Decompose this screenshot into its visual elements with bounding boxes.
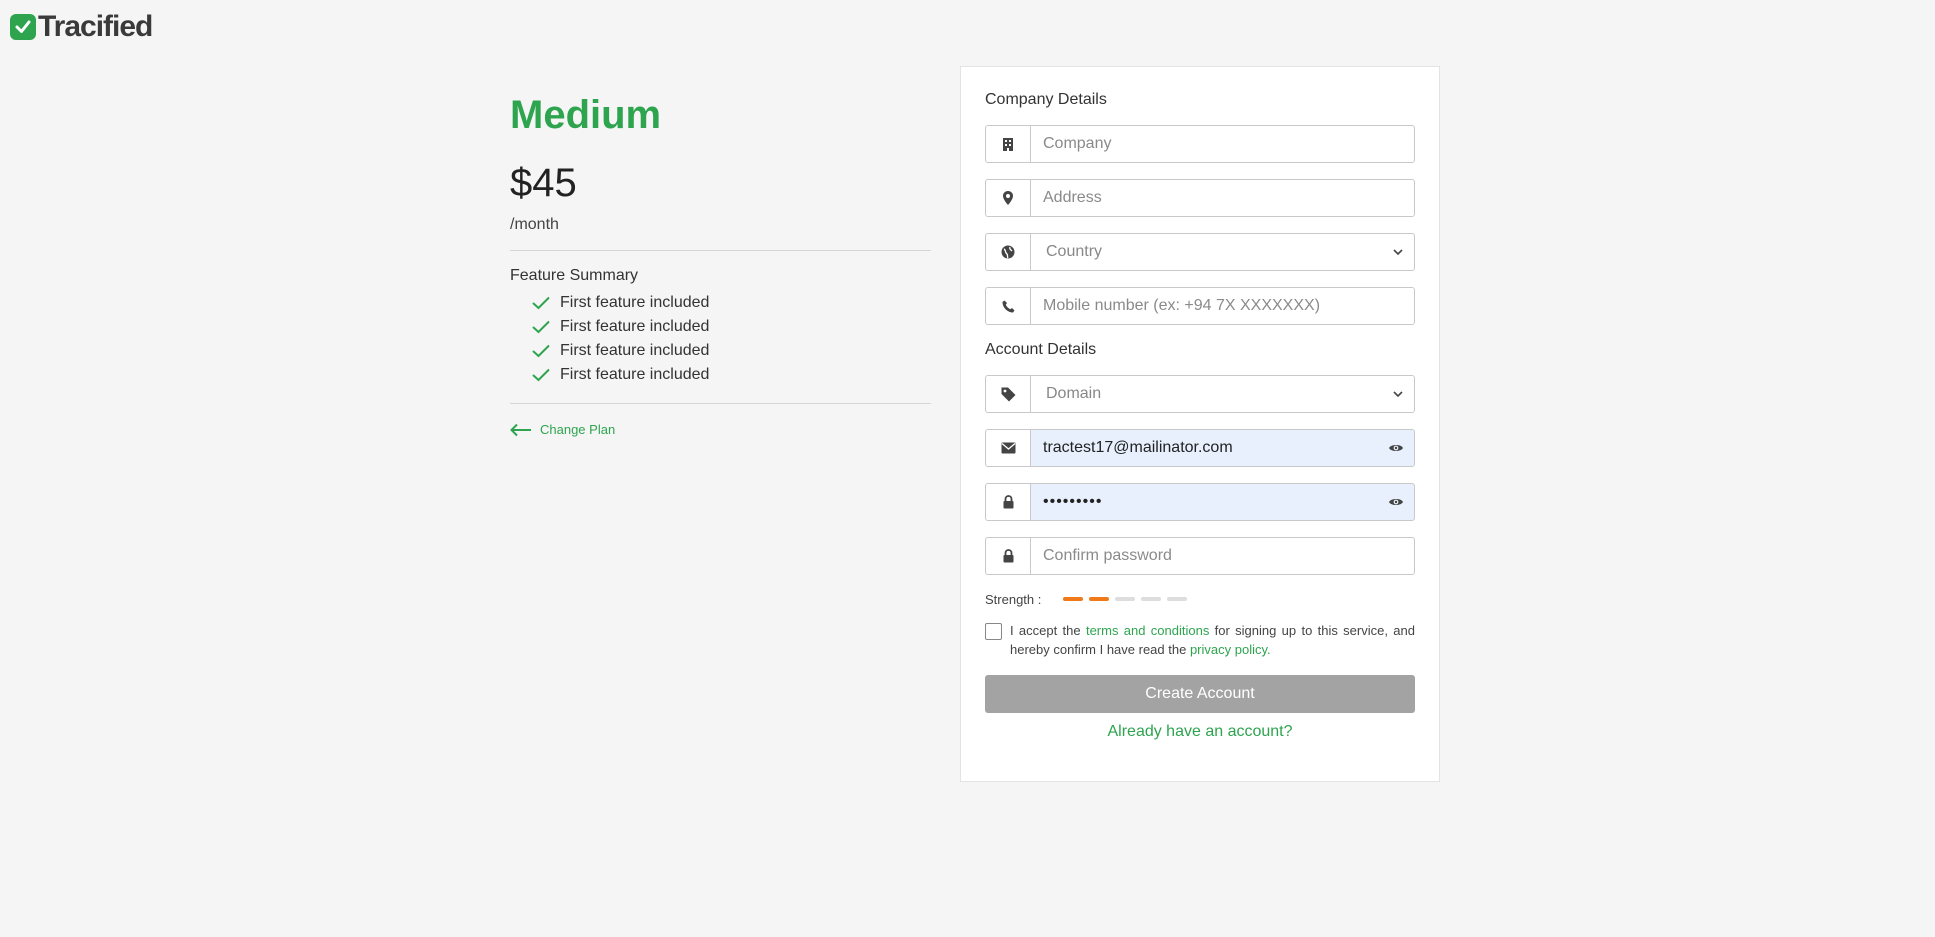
check-logo-icon: [10, 14, 36, 40]
divider: [510, 250, 931, 251]
feature-list: First feature included First feature inc…: [510, 291, 931, 387]
company-input-wrap: [1030, 125, 1415, 163]
lock-icon: [985, 537, 1030, 575]
eye-icon[interactable]: [1388, 442, 1404, 454]
mobile-input[interactable]: [1043, 297, 1402, 315]
mobile-input-wrap: [1030, 287, 1415, 325]
strength-segment: [1141, 597, 1161, 601]
phone-icon: [985, 287, 1030, 325]
domain-select-value: Domain: [1046, 385, 1102, 402]
chevron-down-icon: [1393, 249, 1403, 256]
plan-price: $45: [510, 161, 577, 205]
address-input[interactable]: [1043, 189, 1402, 207]
strength-segment: [1063, 597, 1083, 601]
company-field: [985, 125, 1415, 163]
map-pin-icon: [985, 179, 1030, 217]
chevron-down-icon: [1393, 391, 1403, 398]
strength-label: Strength :: [985, 591, 1042, 607]
feature-item: First feature included: [532, 363, 931, 387]
terms-checkbox[interactable]: [985, 623, 1002, 640]
check-icon: [532, 344, 550, 358]
signup-card: Company Details Country Acc: [960, 66, 1440, 782]
strength-segment: [1167, 597, 1187, 601]
privacy-link[interactable]: privacy policy.: [1190, 642, 1271, 657]
feature-label: First feature included: [560, 366, 710, 383]
feature-label: First feature included: [560, 342, 710, 359]
email-input-wrap: tractest17@mailinator.com: [1030, 429, 1415, 467]
email-field: tractest17@mailinator.com: [985, 429, 1415, 467]
password-field: •••••••••: [985, 483, 1415, 521]
terms-agreement: I accept the terms and conditions for si…: [985, 621, 1415, 659]
email-input[interactable]: tractest17@mailinator.com: [1043, 439, 1233, 457]
globe-icon: [985, 233, 1030, 271]
create-account-button[interactable]: Create Account: [985, 675, 1415, 713]
account-details-title: Account Details: [985, 341, 1097, 358]
envelope-icon: [985, 429, 1030, 467]
address-input-wrap: [1030, 179, 1415, 217]
change-plan-label: Change Plan: [540, 422, 616, 437]
address-field: [985, 179, 1415, 217]
feature-item: First feature included: [532, 291, 931, 315]
company-input[interactable]: [1043, 135, 1402, 153]
arrow-left-icon: [510, 423, 531, 436]
divider: [510, 403, 931, 404]
plan-period: /month: [510, 216, 559, 233]
brand-name: Tracified: [38, 10, 153, 43]
eye-icon[interactable]: [1388, 496, 1404, 508]
strength-segment: [1115, 597, 1135, 601]
terms-prefix: I accept the: [1010, 623, 1081, 638]
password-input[interactable]: •••••••••: [1043, 493, 1102, 511]
strength-segment: [1089, 597, 1109, 601]
domain-select[interactable]: Domain: [1030, 375, 1415, 413]
password-strength: Strength :: [985, 591, 1415, 607]
change-plan-link[interactable]: Change Plan: [510, 422, 931, 437]
strength-meter: [1063, 597, 1193, 601]
brand-logo[interactable]: Tracified: [10, 10, 153, 44]
check-icon: [532, 320, 550, 334]
confirm-password-wrap: [1030, 537, 1415, 575]
country-field: Country: [985, 233, 1415, 271]
mobile-field: [985, 287, 1415, 325]
building-icon: [985, 125, 1030, 163]
password-input-wrap: •••••••••: [1030, 483, 1415, 521]
plan-name: Medium: [510, 93, 662, 137]
country-select-value: Country: [1046, 243, 1103, 260]
terms-link[interactable]: terms and conditions: [1086, 623, 1209, 638]
company-details-title: Company Details: [985, 91, 1107, 108]
terms-text: I accept the terms and conditions for si…: [1010, 621, 1415, 659]
check-icon: [532, 296, 550, 310]
feature-label: First feature included: [560, 294, 710, 311]
feature-label: First feature included: [560, 318, 710, 335]
check-icon: [532, 368, 550, 382]
confirm-password-field: [985, 537, 1415, 575]
feature-summary-title: Feature Summary: [510, 267, 639, 284]
tag-icon: [985, 375, 1030, 413]
signin-link[interactable]: Already have an account?: [985, 723, 1415, 741]
feature-item: First feature included: [532, 339, 931, 363]
country-select[interactable]: Country: [1030, 233, 1415, 271]
domain-field: Domain: [985, 375, 1415, 413]
lock-icon: [985, 483, 1030, 521]
confirm-password-input[interactable]: [1043, 547, 1402, 565]
feature-item: First feature included: [532, 315, 931, 339]
plan-summary: Medium $45 /month Feature Summary First …: [510, 90, 931, 437]
